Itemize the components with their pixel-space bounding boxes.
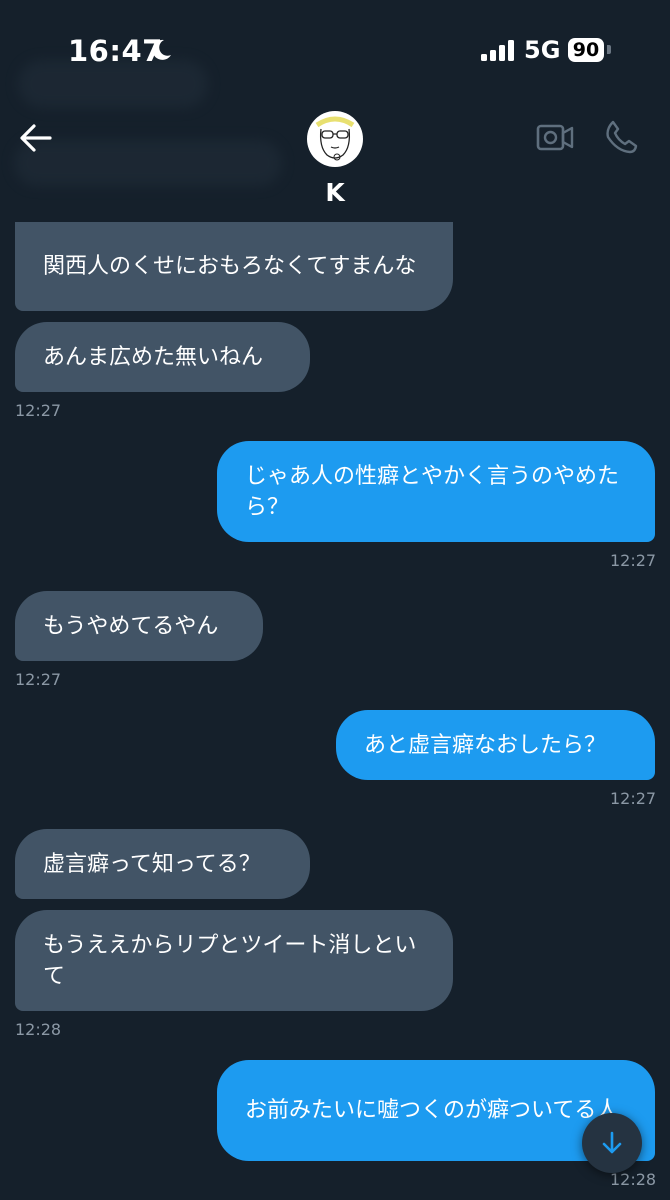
network-type: 5G <box>524 36 561 64</box>
message-text: 関西人のくせにおもろなくてすまんな <box>43 254 417 279</box>
message-text: じゃあ人の性癖とやかく言うのやめたら？ <box>245 463 620 520</box>
message-text: もうやめてるやん <box>43 613 219 639</box>
avatar-drawing-icon <box>315 116 355 161</box>
message-text: お前みたいに嘘つくのが癖ついてる人 <box>245 1098 619 1123</box>
message-bubble-incoming[interactable]: もうええからリプとツイート消しといて <box>15 910 453 1011</box>
background-blur-pill <box>14 140 282 186</box>
moon-icon <box>152 39 171 60</box>
message-text: あんま広めた無いねん <box>43 344 264 370</box>
battery-tip <box>607 45 611 54</box>
arrow-down-icon <box>602 1131 622 1154</box>
message-timestamp: 12:27 <box>15 401 62 420</box>
contact-name[interactable]: K <box>300 178 370 207</box>
message-timestamp: 12:28 <box>610 1170 657 1189</box>
message-timestamp: 12:27 <box>610 551 657 570</box>
message-timestamp: 12:27 <box>610 789 657 808</box>
message-bubble-incoming[interactable]: 関西人のくせにおもろなくてすまんな <box>15 222 453 311</box>
back-arrow-icon[interactable] <box>18 122 54 154</box>
message-text: あと虚言癖なおしたら？ <box>364 732 607 758</box>
message-bubble-outgoing[interactable]: あと虚言癖なおしたら？ <box>336 710 655 780</box>
message-bubble-incoming[interactable]: 虚言癖って知ってる？ <box>15 829 310 899</box>
message-bubble-incoming[interactable]: あんま広めた無いねん <box>15 322 310 392</box>
video-call-icon[interactable] <box>536 120 574 154</box>
scroll-to-bottom-button[interactable] <box>582 1113 642 1173</box>
contact-avatar[interactable] <box>307 111 363 167</box>
message-timestamp: 12:28 <box>15 1020 62 1039</box>
battery-icon: 90 <box>568 38 604 62</box>
status-time: 16:47 <box>68 34 163 68</box>
status-bar: 16:47 5G 90 <box>0 0 670 100</box>
phone-icon[interactable] <box>604 119 640 155</box>
message-bubble-incoming[interactable]: もうやめてるやん <box>15 591 263 661</box>
signal-icon <box>481 39 514 61</box>
message-timestamp: 12:27 <box>15 670 62 689</box>
message-text: 虚言癖って知ってる？ <box>43 851 261 877</box>
message-text: もうええからリプとツイート消しといて <box>43 932 417 989</box>
message-bubble-outgoing[interactable]: じゃあ人の性癖とやかく言うのやめたら？ <box>217 441 655 542</box>
